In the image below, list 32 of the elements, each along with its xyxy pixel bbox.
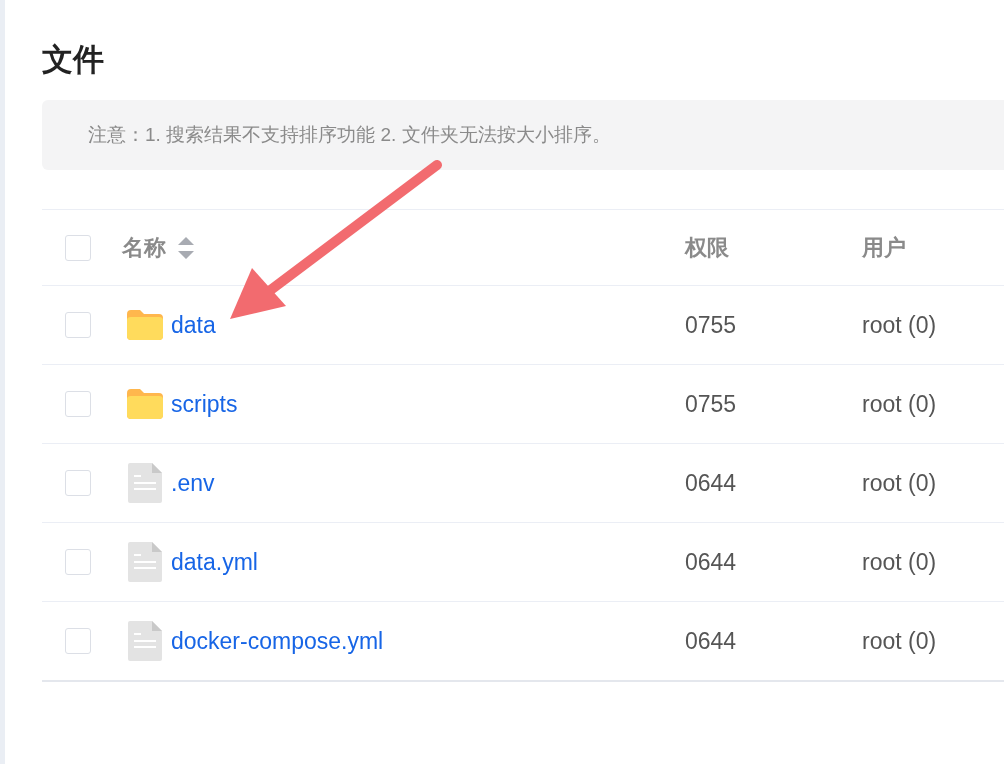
user-cell: root (0) [862,627,937,654]
file-icon [128,463,162,503]
file-name-link[interactable]: scripts [171,390,238,418]
row-checkbox[interactable] [65,391,91,417]
row-checkbox[interactable] [65,312,91,338]
file-name-link[interactable]: docker-compose.yml [171,627,384,655]
column-header: 权限 [685,234,729,260]
column-header: 用户 [862,234,906,260]
folder-icon [127,310,163,340]
permission-cell: 0644 [685,548,737,575]
user-cell: root (0) [862,548,937,575]
sort-icon[interactable] [176,234,196,261]
file-name-link[interactable]: data.yml [171,548,258,576]
file-icon [128,621,162,661]
row-checkbox[interactable] [65,470,91,496]
notice-text: 注意：1. 搜索结果不支持排序功能 2. 文件夹无法按大小排序。 [88,123,611,147]
file-name-link[interactable]: .env [171,469,215,497]
permission-cell: 0755 [685,390,737,417]
permission-cell: 0644 [685,469,737,496]
row-checkbox[interactable] [65,549,91,575]
user-cell: root (0) [862,311,937,338]
permission-cell: 0644 [685,627,737,654]
row-checkbox[interactable] [65,628,91,654]
column-header[interactable]: 名称 [122,232,166,263]
page-title: 文件 [42,41,105,79]
file-icon [128,542,162,582]
user-cell: root (0) [862,469,937,496]
permission-cell: 0755 [685,311,737,338]
user-cell: root (0) [862,390,937,417]
folder-icon [127,389,163,419]
select-all-checkbox[interactable] [65,234,91,261]
file-name-link[interactable]: data [171,311,216,339]
